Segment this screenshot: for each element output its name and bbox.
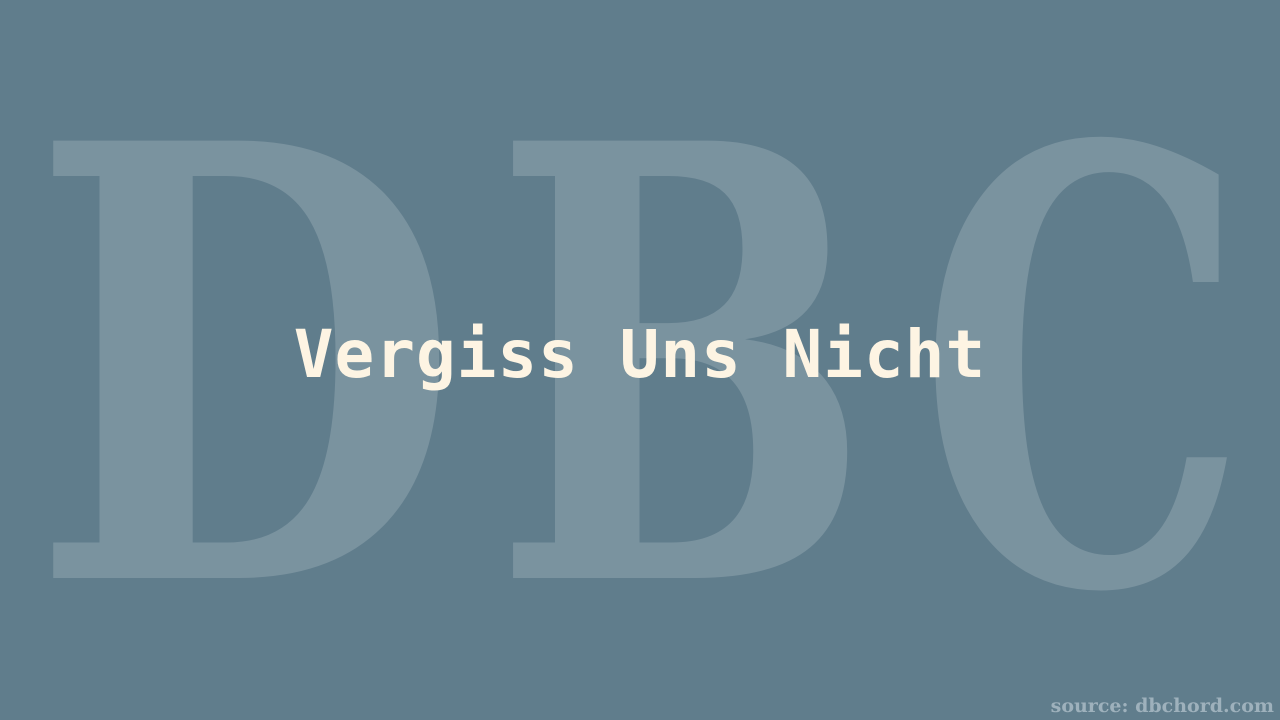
song-title: Vergiss Uns Nicht — [293, 316, 987, 393]
source-credit: source: dbchord.com — [1050, 695, 1274, 717]
slide: D B C Vergiss Uns Nicht source: dbchord.… — [0, 0, 1280, 720]
